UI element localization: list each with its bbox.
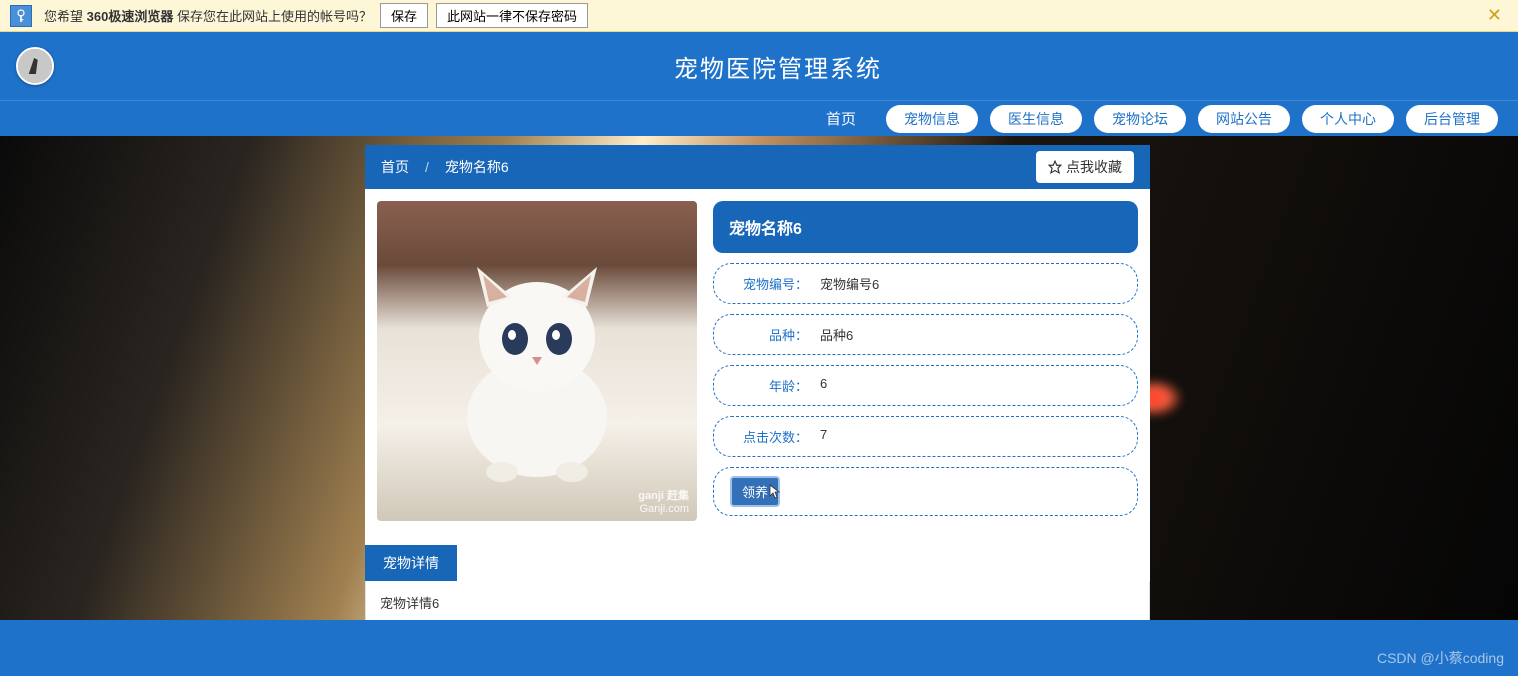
content-card: 首页 / 宠物名称6 点我收藏	[365, 145, 1150, 625]
main-nav: 首页 宠物信息 医生信息 宠物论坛 网站公告 个人中心 后台管理	[0, 100, 1518, 136]
info-value: 7	[820, 427, 827, 446]
detail-tabs: 宠物详情 宠物详情6	[365, 545, 1150, 625]
breadcrumb-current: 宠物名称6	[445, 157, 509, 177]
pet-name-heading: 宠物名称6	[713, 201, 1138, 253]
footer	[0, 620, 1518, 676]
save-password-button[interactable]: 保存	[380, 3, 428, 28]
nav-home[interactable]: 首页	[808, 108, 874, 129]
info-row-clicks: 点击次数： 7	[713, 416, 1138, 457]
password-save-bar: 您希望 360极速浏览器 保存您在此网站上使用的帐号吗？ 保存 此网站一律不保存…	[0, 0, 1518, 32]
info-label: 点击次数：	[730, 427, 820, 446]
info-value: 宠物编号6	[820, 274, 879, 293]
favorite-label: 点我收藏	[1066, 157, 1122, 177]
image-watermark: ganji 赶集 Ganji.com	[638, 487, 689, 515]
nav-admin[interactable]: 后台管理	[1406, 105, 1498, 133]
star-icon	[1048, 160, 1062, 174]
nav-announcement[interactable]: 网站公告	[1198, 105, 1290, 133]
avatar[interactable]	[16, 47, 54, 85]
nav-pet-info[interactable]: 宠物信息	[886, 105, 978, 133]
site-header: 宠物医院管理系统	[0, 32, 1518, 100]
nav-user-center[interactable]: 个人中心	[1302, 105, 1394, 133]
info-row-breed: 品种： 品种6	[713, 314, 1138, 355]
action-row: 领养	[713, 467, 1138, 516]
breadcrumb-separator: /	[425, 159, 429, 175]
page-title: 宠物医院管理系统	[54, 49, 1502, 84]
breadcrumb-home[interactable]: 首页	[381, 157, 409, 177]
pet-info-panel: 宠物名称6 宠物编号： 宠物编号6 品种： 品种6 年龄： 6 点击次数： 7 …	[713, 201, 1138, 521]
csdn-watermark: CSDN @小蔡coding	[1377, 648, 1504, 668]
info-label: 年龄：	[730, 376, 820, 395]
info-value: 6	[820, 376, 827, 395]
info-value: 品种6	[820, 325, 853, 344]
breadcrumb: 首页 / 宠物名称6 点我收藏	[365, 145, 1150, 189]
close-icon[interactable]: ✕	[1481, 5, 1508, 26]
cursor-icon	[768, 484, 782, 500]
never-save-password-button[interactable]: 此网站一律不保存密码	[436, 3, 588, 28]
adopt-button[interactable]: 领养	[730, 476, 780, 507]
password-save-text: 您希望 360极速浏览器 保存您在此网站上使用的帐号吗？	[44, 6, 372, 25]
info-row-age: 年龄： 6	[713, 365, 1138, 406]
info-label: 宠物编号：	[730, 274, 820, 293]
info-label: 品种：	[730, 325, 820, 344]
nav-pet-forum[interactable]: 宠物论坛	[1094, 105, 1186, 133]
tab-pet-detail[interactable]: 宠物详情	[365, 545, 457, 581]
tab-content: 宠物详情6	[365, 581, 1150, 625]
adopt-label: 领养	[742, 485, 768, 500]
info-row-id: 宠物编号： 宠物编号6	[713, 263, 1138, 304]
favorite-button[interactable]: 点我收藏	[1036, 151, 1134, 183]
nav-doctor-info[interactable]: 医生信息	[990, 105, 1082, 133]
key-icon	[10, 5, 32, 27]
pet-image: ganji 赶集 Ganji.com	[377, 201, 697, 521]
